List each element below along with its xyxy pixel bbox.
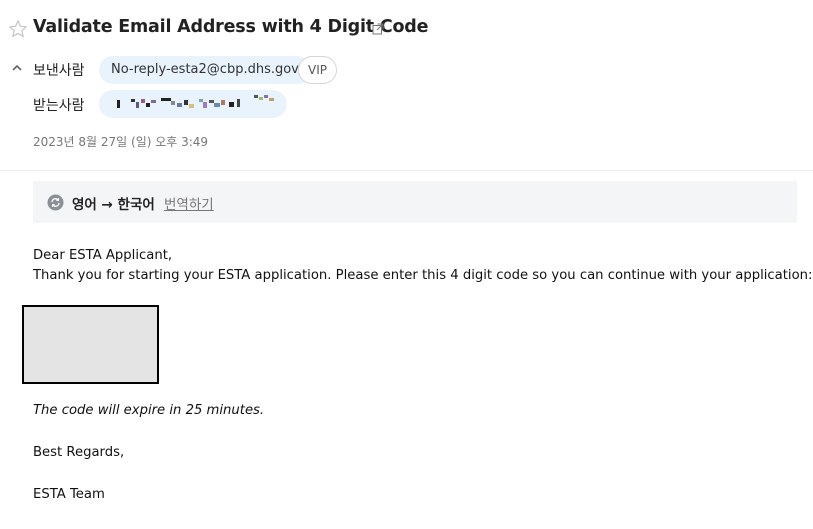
sender-chip[interactable]: No-reply-esta2@cbp.dhs.gov [99,56,311,84]
translate-link[interactable]: 번역하기 [164,193,214,213]
to-label: 받는사람 [33,98,85,114]
chevron-up-icon[interactable] [11,62,23,74]
verification-code-box [22,305,159,384]
intro-text: Thank you for starting your ESTA applica… [33,268,813,283]
email-subject: Validate Email Address with 4 Digit Code [33,17,429,37]
from-label: 보낸사람 [33,63,85,79]
open-external-icon[interactable] [372,23,384,35]
recipient-chip[interactable] [99,90,287,118]
header-divider [0,170,813,171]
received-date: 2023년 8월 27일 (일) 오후 3:49 [33,135,209,149]
signature-text: ESTA Team [33,487,105,502]
star-icon[interactable] [8,19,28,39]
vip-button[interactable]: VIP [298,56,337,84]
redacted-recipient-image [117,95,274,108]
translate-icon [47,194,64,211]
closing-text: Best Regards, [33,445,125,460]
greeting-text: Dear ESTA Applicant, [33,248,173,263]
expiry-text: The code will expire in 25 minutes. [33,403,265,418]
translate-language-pair[interactable]: 영어 → 한국어 [72,193,155,213]
